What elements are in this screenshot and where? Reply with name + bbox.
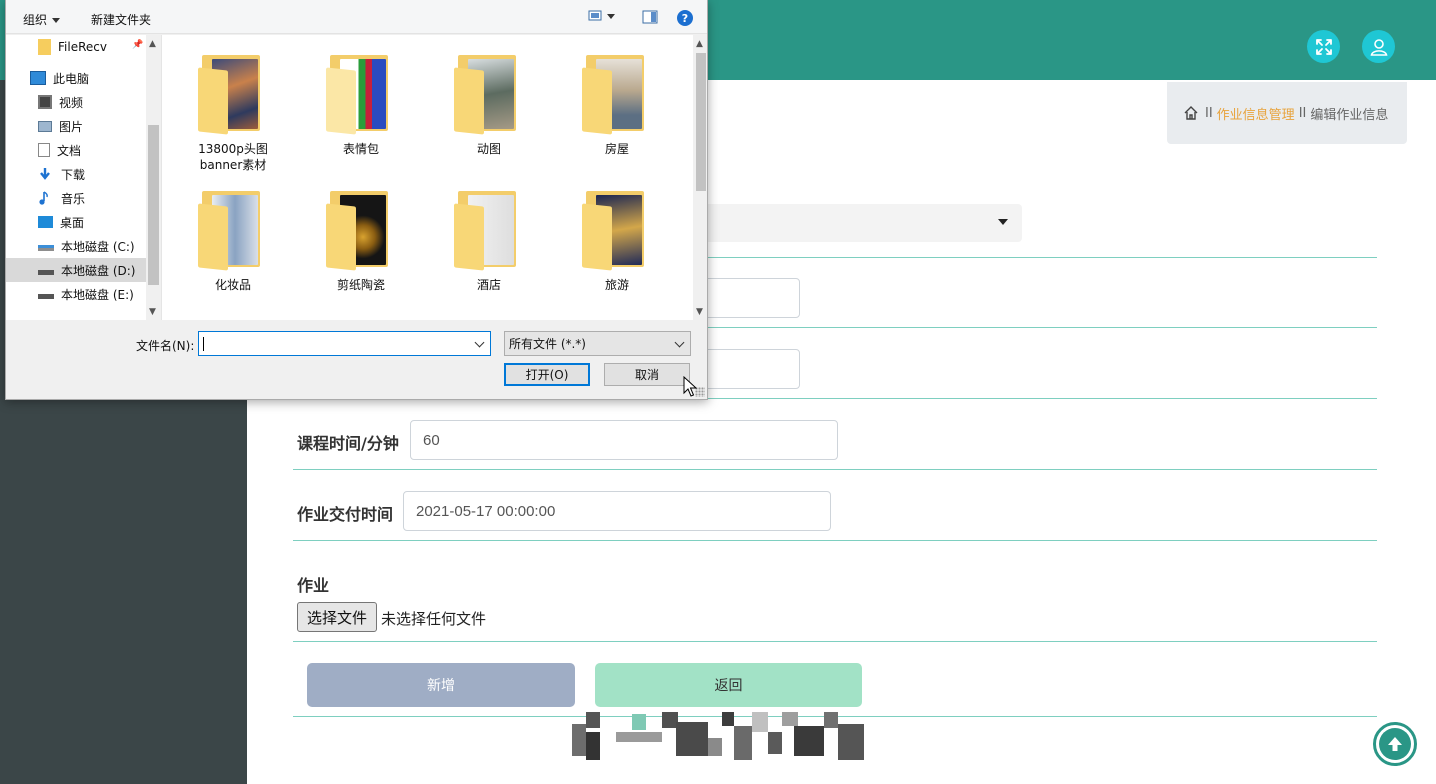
download-icon (38, 167, 54, 181)
dialog-toolbar: 组织 新建文件夹 ? (6, 0, 707, 34)
video-icon (38, 95, 52, 109)
user-icon[interactable] (1362, 30, 1395, 63)
nav-item-pictures[interactable]: 图片 (6, 114, 146, 138)
nav-item-drive-d[interactable]: 本地磁盘 (D:) (6, 258, 146, 282)
mouse-pointer-icon (683, 376, 697, 397)
text-field-2[interactable] (697, 349, 800, 389)
nav-item-drive-c[interactable]: 本地磁盘 (C:) (6, 234, 146, 258)
deliver-time-label: 作业交付时间 (297, 505, 394, 524)
filetype-select[interactable]: 所有文件 (*.*) (504, 331, 691, 356)
nav-item-downloads[interactable]: 下载 (6, 162, 146, 186)
chevron-down-icon (674, 337, 685, 348)
nav-item-this-pc[interactable]: 此电脑 (6, 66, 146, 90)
caret-down-icon (998, 219, 1008, 225)
pixelated-watermark (572, 712, 867, 768)
scrollbar-thumb (148, 125, 159, 285)
folder-item[interactable]: 表情包 (306, 51, 416, 157)
back-button[interactable]: 返回 (595, 663, 862, 707)
folder-name: 化妆品 (214, 278, 251, 292)
document-icon (38, 143, 50, 157)
folder-item[interactable]: 13800p头图 banner素材 (178, 51, 288, 173)
nav-item-filerecv[interactable]: FileRecv 📌 (6, 35, 146, 59)
open-button[interactable]: 打开(O) (504, 363, 590, 386)
deliver-time-input[interactable]: 2021-05-17 00:00:00 (403, 491, 831, 531)
music-icon (38, 191, 54, 205)
file-open-dialog: 组织 新建文件夹 ? FileRecv 📌 此电脑 视频 图片 文档 下载 音乐… (5, 0, 708, 400)
arrow-up-icon (1379, 728, 1411, 760)
scroll-up-icon: ▲ (149, 39, 156, 49)
help-icon[interactable]: ? (677, 10, 693, 26)
file-status-text: 未选择任何文件 (381, 610, 487, 628)
files-pane: 13800p头图 banner素材 表情包 动图 房屋 化妆品 剪纸陶瓷 酒店 (161, 35, 707, 320)
folder-item[interactable]: 动图 (434, 51, 544, 157)
folder-name: 房屋 (604, 142, 629, 156)
folder-name: 动图 (476, 142, 501, 156)
nav-item-documents[interactable]: 文档 (6, 138, 146, 162)
scroll-to-top-button[interactable] (1373, 722, 1417, 766)
choose-file-button[interactable]: 选择文件 (297, 602, 377, 632)
drive-icon (38, 269, 54, 275)
nav-item-videos[interactable]: 视频 (6, 90, 146, 114)
nav-item-drive-e[interactable]: 本地磁盘 (E:) (6, 282, 146, 306)
drive-icon (38, 293, 54, 299)
course-time-label: 课程时间/分钟 (297, 434, 399, 453)
course-time-input[interactable]: 60 (410, 420, 838, 460)
folder-name: 旅游 (604, 278, 629, 292)
scroll-down-icon: ▼ (149, 307, 156, 317)
breadcrumb: II 作业信息管理 II 编辑作业信息 (1167, 82, 1407, 144)
row-divider (293, 540, 1377, 541)
folder-item[interactable]: 旅游 (562, 187, 672, 293)
row-divider (293, 641, 1377, 642)
add-button[interactable]: 新增 (307, 663, 575, 707)
drive-icon (38, 245, 54, 251)
filename-input[interactable] (198, 331, 491, 356)
desktop-icon (38, 216, 53, 228)
text-cursor (203, 337, 204, 351)
course-select[interactable] (697, 204, 1022, 242)
home-icon[interactable] (1183, 105, 1199, 121)
caret-down-icon (52, 18, 61, 23)
computer-icon (30, 71, 46, 85)
new-folder-button[interactable]: 新建文件夹 (91, 11, 151, 28)
folder-item[interactable]: 剪纸陶瓷 (306, 187, 416, 293)
view-options-icon[interactable] (588, 9, 616, 26)
scroll-up-icon: ▲ (696, 39, 703, 49)
preview-pane-icon[interactable] (642, 10, 658, 27)
folder-name: 13800p头图 banner素材 (198, 142, 268, 172)
breadcrumb-separator: II (1298, 105, 1307, 121)
breadcrumb-separator: II (1205, 105, 1213, 121)
nav-item-desktop[interactable]: 桌面 (6, 210, 146, 234)
files-scrollbar[interactable]: ▲ ▼ (693, 35, 707, 320)
picture-icon (38, 120, 52, 132)
folder-name: 剪纸陶瓷 (336, 278, 385, 292)
fullscreen-icon[interactable] (1307, 30, 1340, 63)
folder-item[interactable]: 酒店 (434, 187, 544, 293)
scroll-down-icon: ▼ (696, 307, 703, 317)
scrollbar-thumb (696, 53, 706, 191)
folder-item[interactable]: 化妆品 (178, 187, 288, 293)
text-field-1[interactable] (697, 278, 800, 318)
folder-name: 酒店 (476, 278, 501, 292)
breadcrumb-section[interactable]: 作业信息管理 (1217, 104, 1295, 123)
filename-label: 文件名(N): (136, 339, 195, 353)
nav-scrollbar[interactable]: ▲ ▼ (146, 35, 161, 320)
folder-item[interactable]: 房屋 (562, 51, 672, 157)
chevron-down-icon[interactable] (474, 337, 485, 348)
homework-label: 作业 (297, 576, 330, 595)
cancel-button[interactable]: 取消 (604, 363, 690, 386)
row-divider (293, 469, 1377, 470)
pin-icon[interactable]: 📌 (132, 40, 143, 50)
organize-menu[interactable]: 组织 (23, 11, 61, 28)
breadcrumb-current: 编辑作业信息 (1310, 107, 1389, 123)
navigation-pane: FileRecv 📌 此电脑 视频 图片 文档 下载 音乐 桌面 本地磁盘 (C… (6, 35, 161, 320)
nav-item-music[interactable]: 音乐 (6, 186, 146, 210)
folder-name: 表情包 (342, 142, 379, 156)
folder-icon (38, 39, 51, 55)
